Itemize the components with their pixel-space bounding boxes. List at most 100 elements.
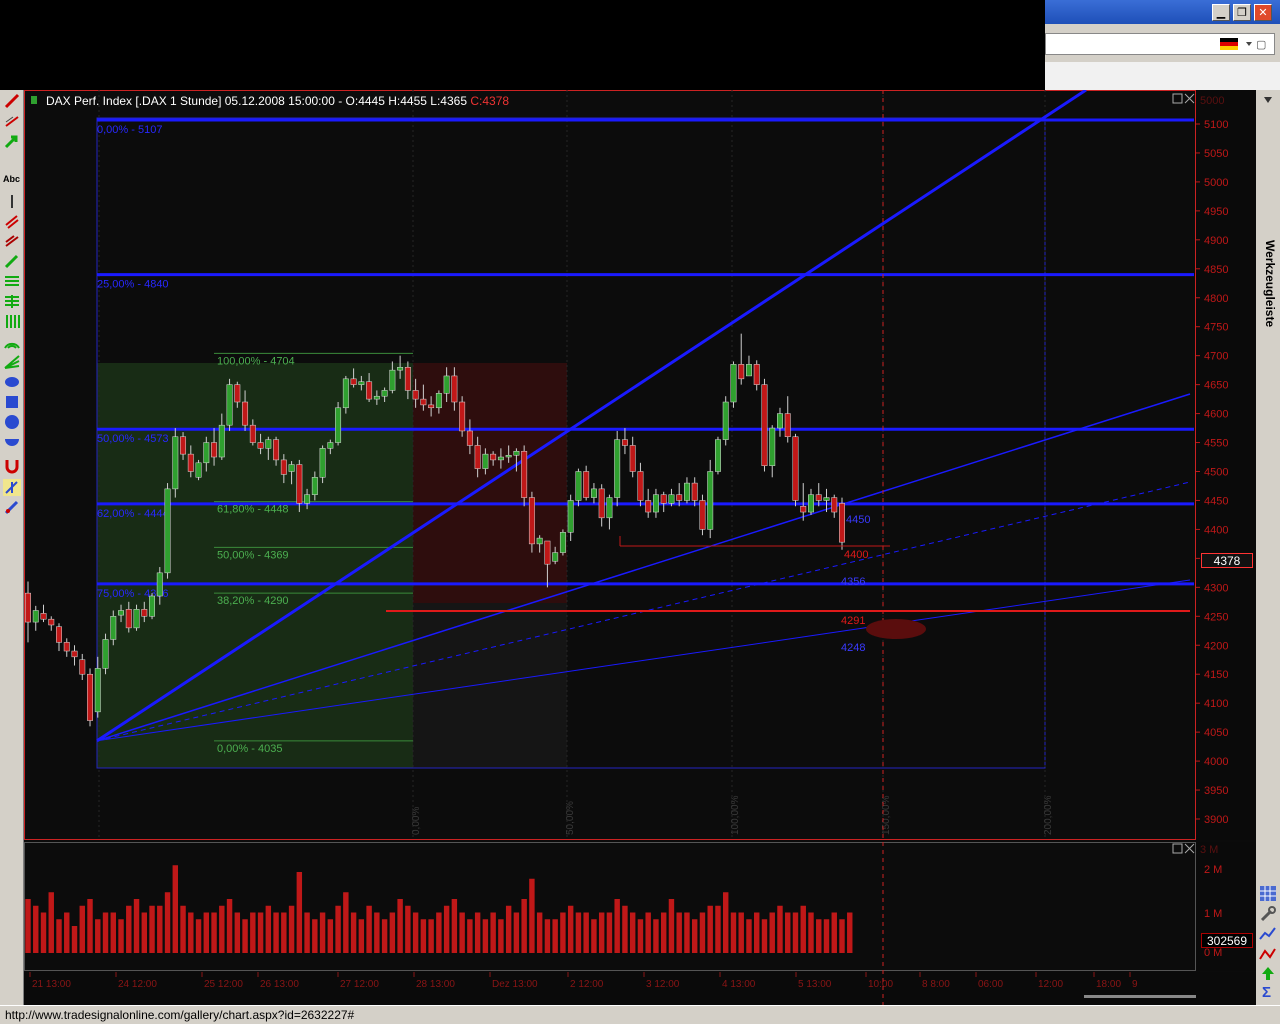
volume-bar: [831, 912, 837, 953]
parallel-lines-icon[interactable]: [3, 233, 21, 250]
restore-button[interactable]: ❐: [1233, 4, 1251, 21]
candle-body: [784, 413, 791, 438]
status-url: http://www.tradesignalonline.com/gallery…: [5, 1008, 355, 1022]
fib-arc-icon[interactable]: [3, 333, 21, 350]
svg-text:Σ: Σ: [1262, 984, 1271, 1000]
arrow-tool-icon[interactable]: [3, 133, 21, 150]
vertical-line-icon[interactable]: [3, 193, 21, 210]
volume-bar: [598, 912, 605, 953]
time-fib-label: 100,00%: [730, 795, 741, 835]
horizontal-scrollbar[interactable]: [1084, 995, 1196, 998]
volume-bar: [800, 905, 806, 953]
volume-bar: [180, 905, 186, 953]
wrench-icon[interactable]: [1259, 905, 1277, 922]
line-tool-icon[interactable]: [3, 113, 21, 130]
candle-body: [800, 506, 807, 513]
candle-body: [676, 494, 683, 501]
volume-bar: [544, 919, 551, 953]
grid-icon[interactable]: [1259, 885, 1277, 902]
volume-bar: [405, 905, 411, 953]
volume-bar: [443, 905, 450, 953]
volume-bar: [629, 912, 636, 953]
crosshair-tool-icon[interactable]: [3, 479, 21, 496]
candle-body: [226, 384, 233, 426]
volume-bar: [350, 912, 357, 953]
indicator-icon[interactable]: [1259, 945, 1277, 962]
open-value: O:4445: [345, 94, 385, 108]
candle-body: [87, 673, 93, 721]
annot-4291: 4291: [841, 615, 865, 627]
candle-body: [172, 436, 179, 490]
fib-fan-icon[interactable]: [3, 353, 21, 370]
price-tick-label: 5000: [1204, 177, 1228, 189]
up-arrow-icon[interactable]: [1259, 965, 1277, 982]
chart-title: DAX Perf. Index [.DAX 1 Stunde] 05.12.20…: [46, 94, 509, 108]
volume-bar: [474, 912, 481, 953]
volume-bar: [699, 912, 706, 953]
candle-body: [335, 407, 342, 443]
price-tick-label: 4700: [1204, 351, 1228, 363]
volume-bar: [273, 912, 279, 953]
volume-bar: [312, 919, 318, 953]
volume-bar: [374, 912, 380, 953]
candle-body: [730, 364, 737, 403]
candle-body: [637, 471, 644, 501]
fib-retracement-icon[interactable]: [3, 273, 21, 290]
circle-tool-icon[interactable]: [3, 413, 21, 430]
candle-body: [389, 369, 396, 391]
time-axis-label: 18:00: [1096, 979, 1121, 990]
volume-bar: [575, 912, 582, 953]
chart-canvas[interactable]: 0,00% - 5107 25,00% - 4840 50,00% - 4573 62…: [24, 90, 1256, 1005]
volume-bar: [133, 899, 140, 953]
volume-bar: [606, 912, 613, 953]
dropdown-icon[interactable]: ▢: [1242, 36, 1266, 52]
arc-tool-icon[interactable]: [3, 433, 21, 450]
candle-body: [63, 642, 70, 652]
time-axis-label: 10:00: [868, 979, 893, 990]
low-value: L:4365: [430, 94, 467, 108]
trend-g-icon[interactable]: [3, 253, 21, 270]
pencil-icon[interactable]: [3, 93, 21, 110]
time-axis-label: 21 13:00: [32, 979, 71, 990]
volume-bar: [785, 912, 791, 953]
candle-body: [451, 375, 458, 403]
time-axis-label: 26 13:00: [260, 979, 299, 990]
candle-body: [722, 401, 729, 440]
volume-bar: [513, 912, 520, 953]
candle-body: [211, 442, 218, 458]
candle-body: [536, 537, 543, 545]
channel-tool-icon[interactable]: [3, 213, 21, 230]
german-flag-icon: [1220, 38, 1238, 50]
candle-body: [428, 404, 435, 409]
candle-body: [521, 450, 528, 498]
fib-time-icon[interactable]: [3, 313, 21, 330]
address-bar[interactable]: [1045, 33, 1275, 55]
volume-bar: [366, 905, 372, 953]
time-axis-label: 3 12:00: [646, 979, 680, 990]
candle-body: [435, 393, 442, 409]
minimize-button[interactable]: ▁: [1212, 4, 1230, 21]
time-axis-label: 24 12:00: [118, 979, 157, 990]
volume-bar: [676, 912, 682, 953]
collapse-arrow-icon[interactable]: [1259, 94, 1277, 108]
text-tool-icon[interactable]: Abc: [3, 174, 21, 191]
candle-body: [319, 448, 326, 478]
candle-body: [645, 500, 652, 513]
volume-tick-top: 3 M: [1200, 844, 1218, 856]
volume-bar: [226, 899, 233, 953]
ellipse-tool-icon[interactable]: [3, 373, 21, 390]
magnet-icon[interactable]: [3, 457, 21, 474]
rectangle-tool-icon[interactable]: [3, 393, 21, 410]
line-chart-icon[interactable]: [1259, 925, 1277, 942]
sigma-icon[interactable]: Σ: [1259, 983, 1277, 1000]
fib-extension-icon[interactable]: [3, 293, 21, 310]
eraser-icon[interactable]: [3, 499, 21, 516]
volume-bar: [95, 919, 101, 953]
candle-body: [598, 488, 605, 519]
volume-bar: [505, 905, 512, 953]
annot-4450: 4450: [846, 514, 870, 526]
price-tick-label: 4950: [1204, 206, 1228, 218]
close-button[interactable]: ✕: [1254, 4, 1272, 21]
time-axis-label: 5 13:00: [798, 979, 832, 990]
candle-body: [528, 497, 535, 545]
